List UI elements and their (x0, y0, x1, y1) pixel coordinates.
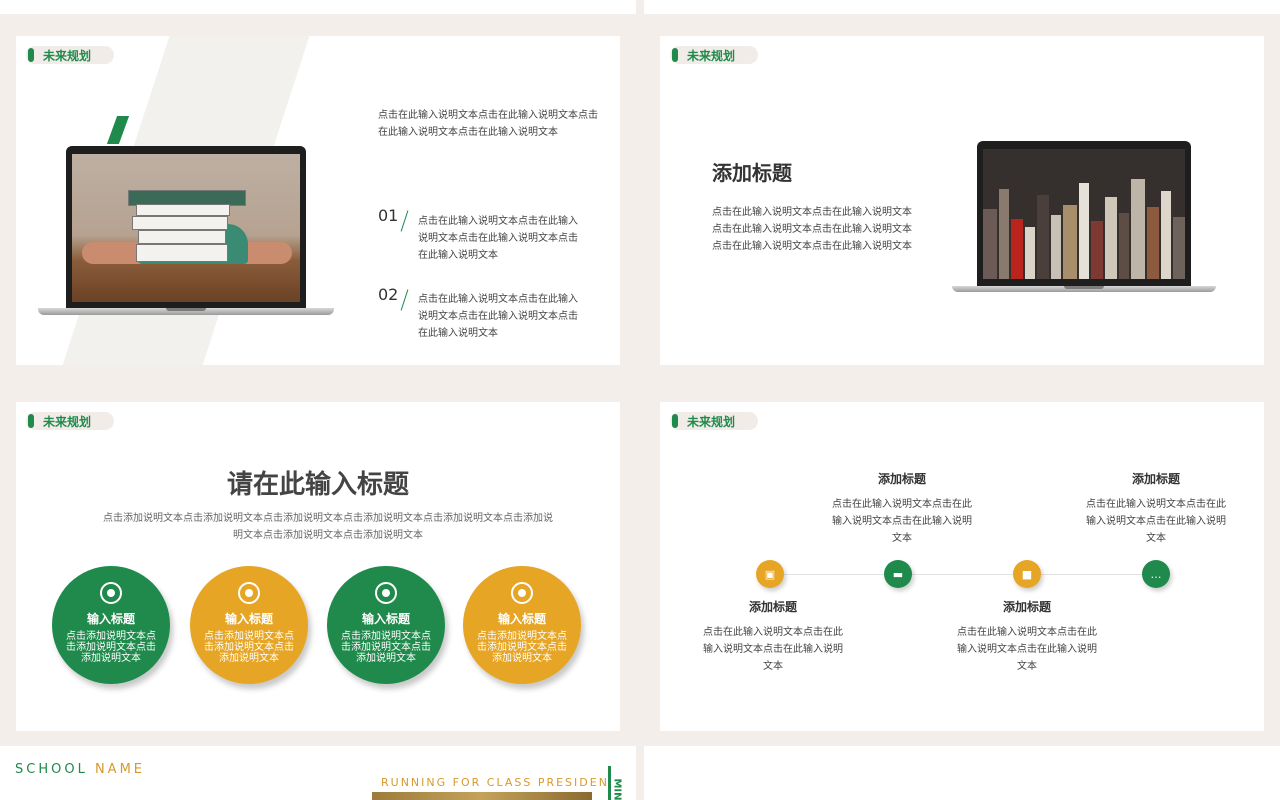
section-tag: 未来规划 (26, 412, 114, 430)
circle-title: 输入标题 (361, 612, 410, 626)
tag-pill (672, 414, 678, 428)
feature-circle[interactable]: 输入标题 点击添加说明文本点击添加说明文本点击添加说明文本 (52, 566, 170, 684)
name-word: NAME (94, 762, 146, 777)
slide-future-plan-2[interactable]: 未来规划 添加标题 点击在此输入说明文本点击在此输入说明文本点击在此输入说明文本… (660, 36, 1264, 365)
image-icon: ▣ (764, 567, 776, 581)
photo-book (136, 204, 230, 216)
section-tag-label: 未来规划 (687, 414, 736, 429)
step-title: 添加标题 (1002, 600, 1051, 614)
timeline-node[interactable]: ■ (1013, 560, 1041, 588)
circle-title: 输入标题 (86, 612, 135, 626)
circle-text: 点击添加说明文本点击添加说明文本点击添加说明文本 (204, 631, 294, 664)
slide-title: 添加标题 (712, 161, 792, 185)
briefcase-icon: ■ (1021, 567, 1033, 581)
library-photo (983, 149, 1185, 279)
section-tag-label: 未来规划 (43, 414, 92, 429)
book-spine (1105, 197, 1117, 279)
step-title: 添加标题 (748, 600, 797, 614)
slide-title: 请在此输入标题 (226, 470, 409, 500)
slide-future-plan-4[interactable]: 未来规划 ▣ ▬ ■ … 添加标题 点击在此输入说明文本点击在此输入说明文本点击… (660, 402, 1264, 731)
chat-icon: … (1150, 567, 1162, 581)
slide-empty[interactable] (644, 746, 1280, 800)
step-text: 点击在此输入说明文本点击在此输入说明文本点击在此输入说明文本 (957, 627, 1097, 672)
feature-circle[interactable]: 输入标题 点击添加说明文本点击添加说明文本点击添加说明文本 (327, 566, 445, 684)
book-spine (1091, 221, 1103, 279)
book-spine (1037, 195, 1049, 279)
target-icon (238, 582, 260, 604)
timeline-node[interactable]: … (1142, 560, 1170, 588)
photo-book (136, 244, 228, 262)
target-icon (375, 582, 397, 604)
section-tag-label: 未来规划 (43, 48, 92, 63)
number-divider (400, 210, 409, 232)
step-title: 添加标题 (1131, 472, 1180, 486)
book-spine (1161, 191, 1171, 279)
books-photo (72, 154, 300, 302)
book-spine (1063, 205, 1077, 279)
book-spine (1011, 219, 1023, 279)
timeline-node[interactable]: ▣ (756, 560, 784, 588)
circle-title: 输入标题 (497, 612, 546, 626)
intro-text: 点击在此输入说明文本点击在此输入说明文本点击在此输入说明文本点击在此输入说明文本 (378, 110, 598, 138)
decor-green-slash (106, 116, 130, 144)
slide-future-plan-3[interactable]: 未来规划 请在此输入标题 点击添加说明文本点击添加说明文本点击添加说明文本点击添… (16, 402, 620, 731)
circle-text: 点击添加说明文本点击添加说明文本点击添加说明文本 (66, 631, 156, 664)
book-spine (1119, 213, 1129, 279)
section-tag: 未来规划 (26, 46, 114, 64)
book-spine (1147, 207, 1159, 279)
book-spine (999, 189, 1009, 279)
step-text: 点击在此输入说明文本点击在此输入说明文本点击在此输入说明文本 (832, 499, 972, 544)
book-spine (1079, 183, 1089, 279)
side-tab-text: MIN (611, 778, 623, 800)
section-tag-label: 未来规划 (687, 48, 736, 63)
book-spine (1173, 217, 1185, 279)
timeline-node[interactable]: ▬ (884, 560, 912, 588)
number-divider (400, 289, 409, 311)
circle-title: 输入标题 (224, 612, 273, 626)
feature-circle[interactable]: 输入标题 点击添加说明文本点击添加说明文本点击添加说明文本 (190, 566, 308, 684)
laptop-notch (1064, 286, 1104, 289)
tag-pill (28, 48, 34, 62)
step-text: 点击在此输入说明文本点击在此输入说明文本点击在此输入说明文本 (1086, 499, 1226, 544)
slide-description: 点击添加说明文本点击添加说明文本点击添加说明文本点击添加说明文本点击添加说明文本… (103, 513, 553, 541)
item-text: 点击在此输入说明文本点击在此输入说明文本点击在此输入说明文本点击在此输入说明文本 (418, 294, 578, 339)
photo-book (132, 216, 228, 230)
target-icon (100, 582, 122, 604)
book-spine (1051, 215, 1061, 279)
slide-future-plan-1[interactable]: 未来规划 点击在此输入说明文本点击在此输入说明文本点击在此输入说明文本点击在此输… (16, 36, 620, 365)
sofa-icon: ▬ (892, 567, 904, 581)
circle-text: 点击添加说明文本点击添加说明文本点击添加说明文本 (341, 631, 431, 664)
school-word: SCHOOL (15, 762, 88, 777)
slide-text: 点击在此输入说明文本点击在此输入说明文本点击在此输入说明文本点击在此输入说明文本… (712, 207, 912, 252)
school-label: SCHOOL NAME (15, 762, 145, 777)
circle-text: 点击添加说明文本点击添加说明文本点击添加说明文本 (477, 631, 567, 664)
section-tag: 未来规划 (670, 46, 758, 64)
photo-strip (372, 792, 592, 800)
prev-slide-right (644, 0, 1280, 14)
book-spine (1025, 227, 1035, 279)
step-text: 点击在此输入说明文本点击在此输入说明文本点击在此输入说明文本 (703, 627, 843, 672)
slide-school-name[interactable]: SCHOOL NAME RUNNING FOR CLASS PRESIDENT … (0, 746, 636, 800)
book-spine (1131, 179, 1145, 279)
book-spine (983, 209, 997, 279)
photo-book (138, 230, 226, 244)
laptop-notch (166, 308, 206, 311)
running-tagline: RUNNING FOR CLASS PRESIDENT (381, 776, 618, 789)
item-text: 点击在此输入说明文本点击在此输入说明文本点击在此输入说明文本点击在此输入说明文本 (418, 216, 578, 261)
target-icon (511, 582, 533, 604)
section-tag: 未来规划 (670, 412, 758, 430)
step-title: 添加标题 (877, 472, 926, 486)
timeline-line (770, 574, 1156, 575)
tag-pill (672, 48, 678, 62)
tag-pill (28, 414, 34, 428)
feature-circle[interactable]: 输入标题 点击添加说明文本点击添加说明文本点击添加说明文本 (463, 566, 581, 684)
item-number: 02 (378, 285, 399, 304)
prev-slide-left (0, 0, 636, 14)
item-number: 01 (378, 206, 399, 225)
